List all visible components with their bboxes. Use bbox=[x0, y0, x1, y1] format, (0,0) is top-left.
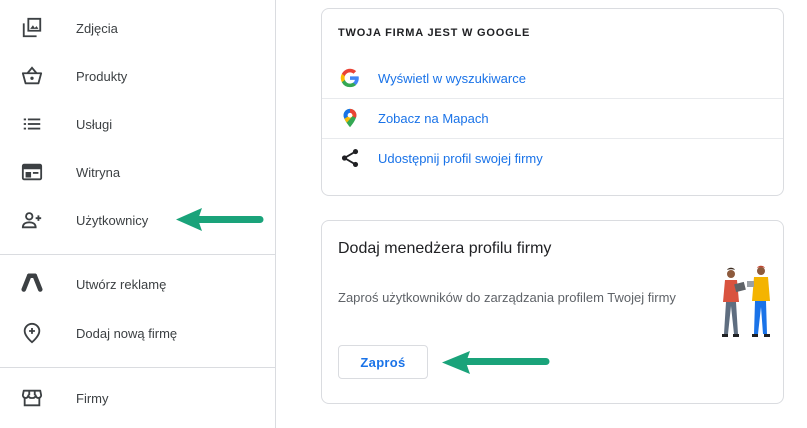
google-g-icon bbox=[338, 66, 362, 90]
view-on-maps-link[interactable]: Zobacz na Mapach bbox=[322, 98, 783, 138]
share-icon bbox=[338, 146, 362, 170]
photos-icon bbox=[20, 16, 44, 40]
add-location-icon bbox=[20, 321, 44, 345]
card-heading: TWOJA FIRMA JEST W GOOGLE bbox=[338, 27, 531, 39]
add-manager-card: Dodaj menedżera profilu firmy Zaproś uży… bbox=[321, 220, 784, 404]
sidebar-item-add-business[interactable]: Dodaj nową firmę bbox=[0, 309, 275, 357]
sidebar-item-businesses[interactable]: Firmy bbox=[0, 374, 275, 422]
link-label: Wyświetl w wyszukiwarce bbox=[378, 70, 526, 86]
sidebar-item-label: Firmy bbox=[76, 390, 109, 406]
sidebar-divider bbox=[0, 254, 275, 255]
add-user-icon bbox=[20, 208, 44, 232]
card-description: Zaproś użytkowników do zarządzania profi… bbox=[338, 290, 676, 305]
card-title: Dodaj menedżera profilu firmy bbox=[338, 240, 552, 257]
sidebar-item-create-ad[interactable]: Utwórz reklamę bbox=[0, 260, 275, 308]
invite-button[interactable]: Zaproś bbox=[338, 345, 428, 379]
link-label: Udostępnij profil swojej firmy bbox=[378, 150, 543, 166]
pointer-arrow-invite bbox=[442, 351, 550, 374]
list-icon bbox=[20, 112, 44, 136]
business-on-google-card: TWOJA FIRMA JEST W GOOGLE Wyświetl w wys… bbox=[321, 8, 784, 196]
google-maps-pin-icon bbox=[338, 106, 362, 130]
sidebar-item-label: Użytkownicy bbox=[76, 212, 149, 228]
basket-icon bbox=[20, 64, 44, 88]
sidebar-item-label: Witryna bbox=[76, 164, 121, 180]
sidebar-item-label: Dodaj nową firmę bbox=[76, 325, 178, 341]
sidebar-item-label: Utwórz reklamę bbox=[76, 276, 167, 292]
sidebar-item-website[interactable]: Witryna bbox=[0, 148, 275, 196]
sidebar-item-products[interactable]: Produkty bbox=[0, 52, 275, 100]
sidebar-item-label: Produkty bbox=[76, 68, 128, 84]
share-profile-link[interactable]: Udostępnij profil swojej firmy bbox=[322, 138, 783, 178]
view-on-search-link[interactable]: Wyświetl w wyszukiwarce bbox=[322, 58, 783, 98]
sidebar-item-label: Zdjęcia bbox=[76, 20, 118, 36]
storefront-icon bbox=[20, 386, 44, 410]
sidebar-divider bbox=[0, 367, 275, 368]
link-label: Zobacz na Mapach bbox=[378, 110, 489, 126]
sidebar-item-photos[interactable]: Zdjęcia bbox=[0, 4, 275, 52]
google-ads-icon bbox=[20, 272, 44, 296]
two-people-illustration bbox=[722, 265, 770, 337]
website-icon bbox=[20, 160, 44, 184]
sidebar-item-services[interactable]: Usługi bbox=[0, 100, 275, 148]
pointer-arrow-users bbox=[176, 208, 264, 231]
sidebar-item-label: Usługi bbox=[76, 116, 113, 132]
